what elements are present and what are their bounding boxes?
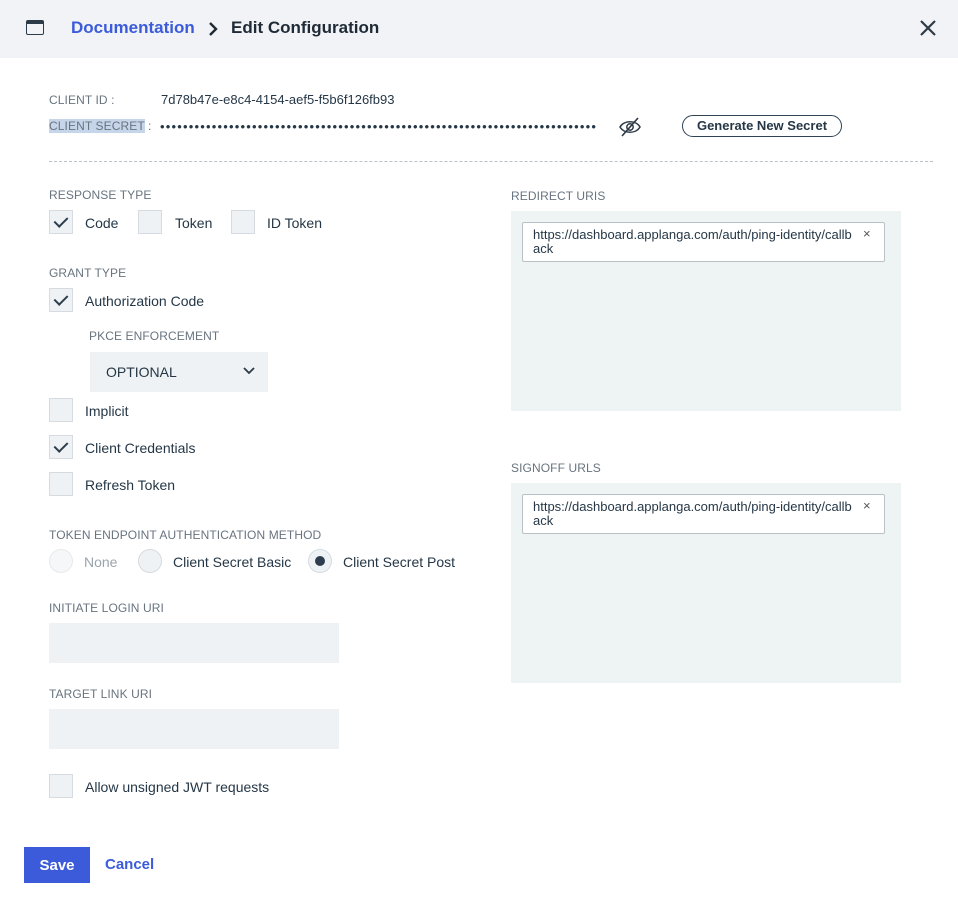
client-secret-label-text: CLIENT SECRET: [49, 119, 145, 133]
response-type-id-token-checkbox[interactable]: [231, 210, 255, 234]
chevron-right-icon: [209, 22, 218, 36]
initiate-login-uri-input[interactable]: [49, 623, 339, 663]
signoff-urls-panel: https://dashboard.applanga.com/auth/ping…: [511, 483, 901, 683]
remove-signoff-url-icon[interactable]: ×: [863, 499, 875, 512]
pkce-selected-value: OPTIONAL: [106, 364, 177, 380]
target-link-uri-input[interactable]: [49, 709, 339, 749]
close-icon[interactable]: [917, 17, 939, 39]
allow-unsigned-jwt-label: Allow unsigned JWT requests: [85, 779, 270, 795]
initiate-login-uri-label: INITIATE LOGIN URI: [49, 601, 164, 615]
signoff-url-entry[interactable]: https://dashboard.applanga.com/auth/ping…: [522, 494, 885, 534]
token-auth-none-label: None: [84, 554, 118, 570]
response-type-code-label: Code: [85, 215, 119, 231]
client-secret-colon: :: [144, 119, 152, 133]
redirect-uri-entry[interactable]: https://dashboard.applanga.com/auth/ping…: [522, 222, 885, 262]
response-type-label: RESPONSE TYPE: [49, 188, 152, 202]
token-auth-client-secret-post-radio[interactable]: [308, 549, 332, 573]
modal-header: Documentation Edit Configuration: [0, 0, 958, 58]
grant-client-credentials-checkbox[interactable]: [49, 435, 73, 459]
response-type-token-checkbox[interactable]: [138, 210, 162, 234]
section-divider: [49, 161, 933, 162]
client-id-value: 7d78b47e-e8c4-4154-aef5-f5b6f126fb93: [161, 92, 395, 107]
chevron-down-icon: [243, 367, 255, 375]
remove-redirect-uri-icon[interactable]: ×: [863, 227, 875, 240]
client-secret-label: CLIENT SECRET :: [49, 119, 151, 133]
signoff-urls-label: SIGNOFF URLS: [511, 461, 601, 475]
grant-refresh-token-checkbox[interactable]: [49, 472, 73, 496]
client-secret-masked-value: ••••••••••••••••••••••••••••••••••••••••…: [160, 119, 598, 134]
window-icon: [26, 20, 44, 35]
response-type-token-label: Token: [175, 215, 213, 231]
redirect-uris-panel: https://dashboard.applanga.com/auth/ping…: [511, 211, 901, 411]
cancel-button[interactable]: Cancel: [105, 856, 154, 873]
redirect-uri-text: https://dashboard.applanga.com/auth/ping…: [533, 227, 852, 256]
allow-unsigned-jwt-checkbox[interactable]: [49, 774, 73, 798]
grant-client-credentials-label: Client Credentials: [85, 440, 196, 456]
generate-new-secret-button[interactable]: Generate New Secret: [682, 115, 842, 137]
token-auth-method-label: TOKEN ENDPOINT AUTHENTICATION METHOD: [49, 528, 322, 542]
token-auth-client-secret-basic-radio[interactable]: [138, 549, 162, 573]
response-type-code-checkbox[interactable]: [49, 210, 73, 234]
grant-type-label: GRANT TYPE: [49, 266, 127, 280]
token-auth-client-secret-post-label: Client Secret Post: [343, 554, 456, 570]
page-title: Edit Configuration: [231, 18, 380, 37]
target-link-uri-label: TARGET LINK URI: [49, 687, 153, 701]
pkce-enforcement-label: PKCE ENFORCEMENT: [89, 329, 220, 343]
response-type-id-token-label: ID Token: [267, 215, 322, 231]
token-auth-none-radio[interactable]: [49, 549, 73, 573]
grant-authorization-code-checkbox[interactable]: [49, 288, 73, 312]
breadcrumb-documentation-link[interactable]: Documentation: [71, 18, 195, 38]
save-button[interactable]: Save: [24, 847, 90, 883]
pkce-enforcement-select[interactable]: OPTIONAL: [90, 352, 268, 392]
eye-slash-icon[interactable]: [618, 116, 642, 138]
signoff-url-text: https://dashboard.applanga.com/auth/ping…: [533, 499, 852, 528]
redirect-uris-label: REDIRECT URIS: [511, 189, 606, 203]
grant-implicit-label: Implicit: [85, 403, 129, 419]
grant-authorization-code-label: Authorization Code: [85, 293, 205, 309]
grant-implicit-checkbox[interactable]: [49, 398, 73, 422]
client-id-label: CLIENT ID :: [49, 93, 115, 107]
grant-refresh-token-label: Refresh Token: [85, 477, 176, 493]
token-auth-client-secret-basic-label: Client Secret Basic: [173, 554, 292, 570]
